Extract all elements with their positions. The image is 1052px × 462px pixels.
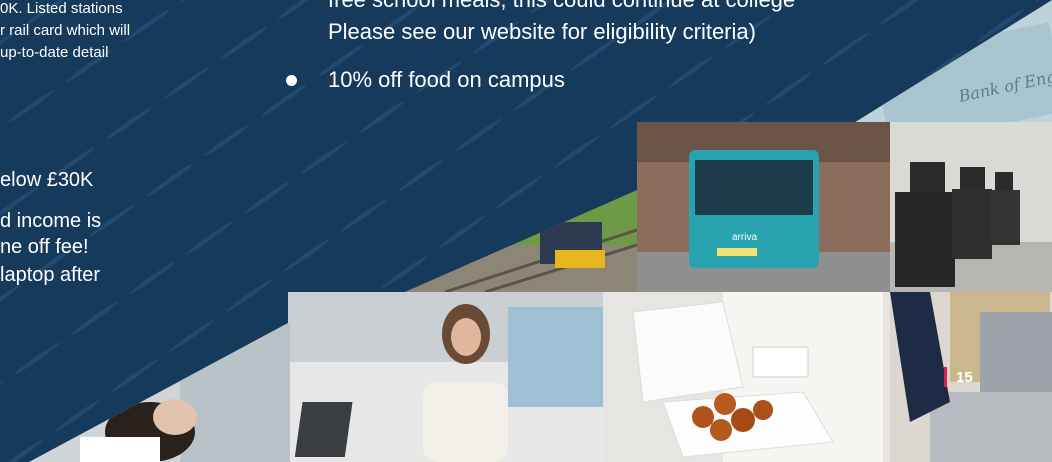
left-big-line: d income is bbox=[0, 210, 102, 232]
left-big-line: laptop after bbox=[0, 264, 101, 286]
student-photo bbox=[288, 292, 603, 462]
left-small-line: r rail card which will bbox=[0, 22, 131, 39]
left-big-line: ne off fee! bbox=[0, 236, 89, 258]
bus-photo: arriva bbox=[637, 122, 890, 292]
bullet-icon bbox=[286, 75, 297, 86]
page-number: 15 bbox=[944, 366, 973, 388]
page-number-accent bbox=[944, 367, 947, 387]
gym-photo bbox=[890, 122, 1052, 292]
page-number-text: 15 bbox=[956, 368, 973, 386]
top-line: free school meals, this could continue a… bbox=[328, 0, 795, 14]
left-big-line: elow £30K bbox=[0, 169, 94, 191]
left-small-line: 0K. Listed stations bbox=[0, 0, 123, 17]
bus-logo-text: arriva bbox=[732, 232, 757, 243]
bullet-text: 10% off food on campus bbox=[328, 67, 565, 92]
left-small-line: up-to-date detail bbox=[0, 44, 109, 61]
food-photo bbox=[603, 292, 890, 462]
top-line: Please see our website for eligibility c… bbox=[328, 19, 756, 44]
